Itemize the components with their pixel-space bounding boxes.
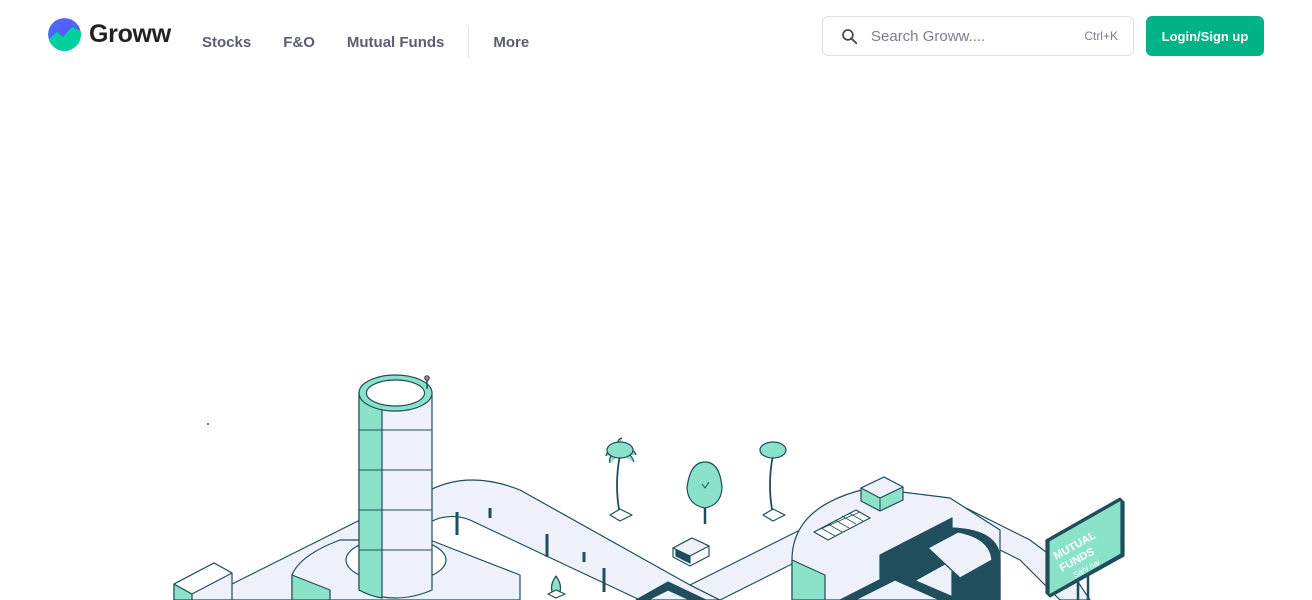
search-input[interactable] xyxy=(871,25,1071,47)
search-icon xyxy=(842,29,858,45)
brand-name: Groww xyxy=(89,20,171,48)
nav-more[interactable]: More xyxy=(493,34,529,51)
nav-mutual-funds[interactable]: Mutual Funds xyxy=(347,34,445,51)
top-navbar: Groww Stocks F&O Mutual Funds More Ctrl+… xyxy=(0,0,1312,72)
hero-illustration: MUTUAL FUNDS Sahi hai xyxy=(0,360,1312,600)
city-illustration: MUTUAL FUNDS Sahi hai xyxy=(173,374,1125,600)
groww-logo-icon xyxy=(48,18,81,51)
main-nav: Stocks F&O Mutual Funds More xyxy=(202,26,529,58)
search-shortcut-hint: Ctrl+K xyxy=(1084,29,1118,43)
nav-stocks[interactable]: Stocks xyxy=(202,34,251,51)
nav-divider xyxy=(468,26,470,58)
login-signup-button[interactable]: Login/Sign up xyxy=(1146,16,1264,56)
brand-logo[interactable]: Groww xyxy=(48,18,171,51)
nav-fno[interactable]: F&O xyxy=(283,34,315,51)
search-box[interactable]: Ctrl+K xyxy=(822,16,1134,56)
